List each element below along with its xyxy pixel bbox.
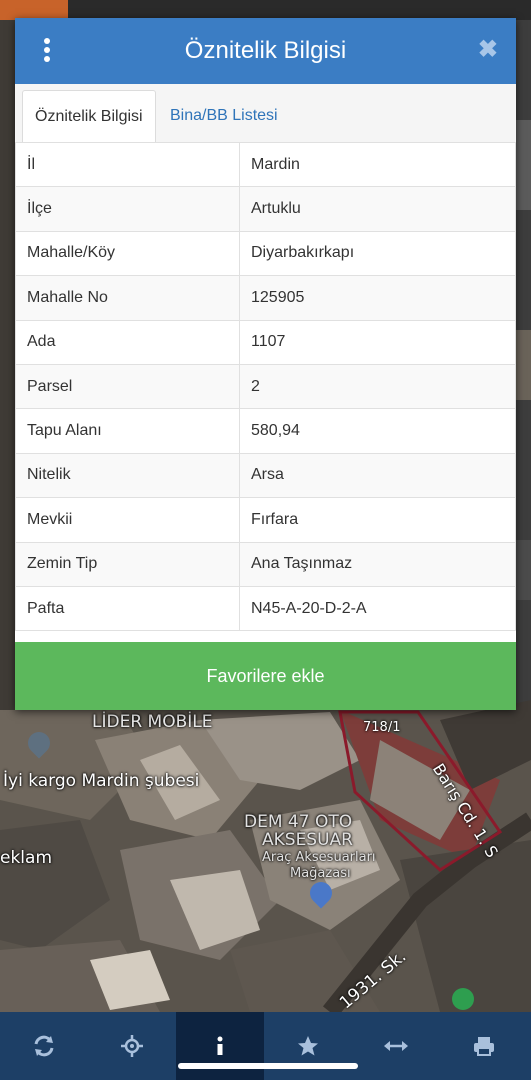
attribute-key: İlçe	[15, 186, 240, 232]
map-label-parcel: 718/1	[363, 720, 401, 735]
attribute-value: 1107	[239, 319, 516, 365]
refresh-icon	[34, 1035, 54, 1057]
attribute-value: 125905	[239, 275, 516, 321]
attribute-key: Parsel	[15, 363, 240, 410]
dialog-title: Öznitelik Bilgisi	[184, 37, 347, 64]
table-row: Ada 1107	[15, 319, 516, 365]
attribute-value: Mardin	[239, 141, 516, 188]
attribute-value: Arsa	[239, 452, 516, 499]
tab-bar: Öznitelik Bilgisi Bina/BB Listesi	[15, 84, 516, 143]
table-row: Mahalle/Köy Diyarbakırkapı	[15, 230, 516, 277]
locate-button[interactable]	[88, 1012, 176, 1080]
info-icon	[217, 1036, 223, 1055]
table-row: Nitelik Arsa	[15, 452, 516, 499]
locate-icon	[121, 1035, 143, 1057]
tab-building-list[interactable]: Bina/BB Listesi	[158, 90, 290, 141]
attribute-value: 580,94	[239, 408, 516, 454]
favorites-button[interactable]	[264, 1012, 352, 1080]
map-label-dem-line4: Mağazası	[290, 866, 351, 881]
attribute-key: Pafta	[15, 585, 240, 632]
attribute-key: Nitelik	[15, 452, 240, 499]
attribute-value: N45-A-20-D-2-A	[239, 585, 516, 632]
attribute-key: Tapu Alanı	[15, 408, 240, 454]
map-label-dem-line1: DEM 47 OTO	[244, 812, 353, 832]
map-label-eklam: eklam	[0, 848, 53, 868]
star-icon	[298, 1036, 318, 1056]
attribute-key: Mahalle No	[15, 275, 240, 321]
home-indicator	[178, 1063, 358, 1069]
table-row: Parsel 2	[15, 363, 516, 410]
print-button[interactable]	[440, 1012, 528, 1080]
close-icon[interactable]: ✖	[478, 38, 498, 62]
attribute-table: İl Mardin İlçe Artuklu Mahalle/Köy Diyarbak…	[15, 141, 516, 632]
attribute-key: Zemin Tip	[15, 541, 240, 587]
dialog-header: Öznitelik Bilgisi ✖	[15, 18, 516, 84]
tab-attribute-info[interactable]: Öznitelik Bilgisi	[22, 90, 156, 143]
attribute-key: Ada	[15, 319, 240, 365]
refresh-button[interactable]	[0, 1012, 88, 1080]
add-favorite-button[interactable]: Favorilere ekle	[15, 642, 516, 710]
table-row: Mevkii Fırfara	[15, 497, 516, 543]
print-icon	[474, 1037, 494, 1056]
table-row: Pafta N45-A-20-D-2-A	[15, 585, 516, 632]
table-row: Mahalle No 125905	[15, 275, 516, 321]
map-label-kargo: İyi kargo Mardin şubesi	[3, 771, 200, 791]
measure-button[interactable]	[352, 1012, 440, 1080]
table-row: Tapu Alanı 580,94	[15, 408, 516, 454]
map-label-lider: LİDER MOBİLE	[92, 712, 213, 732]
bottom-toolbar	[0, 1012, 531, 1080]
attribute-value: Artuklu	[239, 186, 516, 232]
attribute-key: Mevkii	[15, 497, 240, 543]
attribute-key: İl	[15, 141, 240, 188]
measure-icon	[384, 1041, 408, 1051]
attribute-value: Fırfara	[239, 497, 516, 543]
map-label-dem-line3: Araç Aksesuarları	[262, 850, 376, 865]
attribute-key: Mahalle/Köy	[15, 230, 240, 277]
info-button[interactable]	[176, 1012, 264, 1080]
attribute-value: Ana Taşınmaz	[239, 541, 516, 587]
attribute-dialog: Öznitelik Bilgisi ✖ Öznitelik Bilgisi Bi…	[15, 18, 516, 710]
table-row: İlçe Artuklu	[15, 186, 516, 232]
attribute-value: 2	[239, 363, 516, 410]
table-row: Zemin Tip Ana Taşınmaz	[15, 541, 516, 587]
map-pin-park-icon[interactable]	[452, 988, 474, 1010]
map-label-dem-line2: AKSESUAR	[262, 830, 353, 850]
attribute-value: Diyarbakırkapı	[239, 230, 516, 277]
table-row: İl Mardin	[15, 141, 516, 188]
